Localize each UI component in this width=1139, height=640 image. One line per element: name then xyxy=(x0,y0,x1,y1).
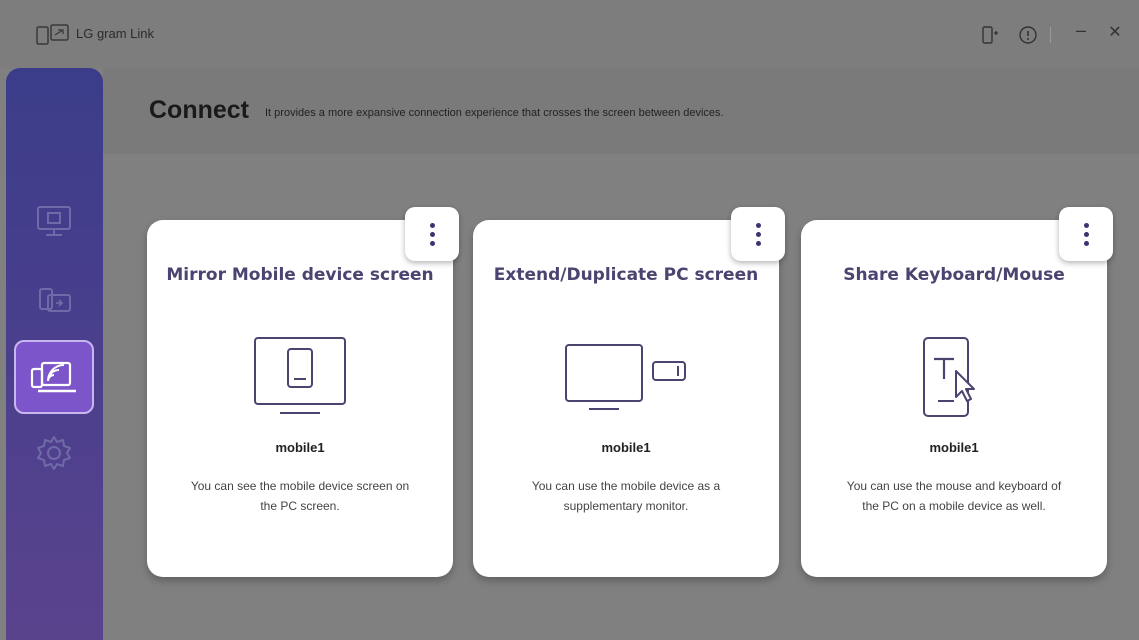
page-title: Connect xyxy=(149,96,249,124)
card-share-keyboard-mouse[interactable]: Share Keyboard/Mouse mobile1 You can use… xyxy=(801,207,1113,577)
card-mirror-mobile[interactable]: Mirror Mobile device screen mobile1 You … xyxy=(147,207,459,577)
settings-icon xyxy=(37,436,71,470)
card-title: Mirror Mobile device screen xyxy=(166,265,434,285)
page-subtitle: It provides a more expansive connection … xyxy=(265,107,724,119)
info-icon[interactable] xyxy=(1017,24,1039,46)
screen-share-icon xyxy=(37,206,71,236)
sidebar-item-connect[interactable] xyxy=(14,340,94,414)
more-options-button[interactable] xyxy=(405,207,459,261)
device-name: mobile1 xyxy=(275,440,325,455)
device-connect-icon[interactable] xyxy=(979,24,1001,46)
titlebar-divider xyxy=(1050,27,1051,43)
minimize-button[interactable]: – xyxy=(1070,20,1092,42)
card-description: You can use the mouse and keyboard of th… xyxy=(846,479,1062,513)
more-options-button[interactable] xyxy=(1059,207,1113,261)
card-description: You can use the mobile device as a suppl… xyxy=(531,479,721,513)
app-title: LG gram Link xyxy=(76,26,155,41)
mirror-screen-icon xyxy=(254,337,346,414)
card-description: You can see the mobile device screen on … xyxy=(190,479,410,513)
keyboard-mouse-icon xyxy=(923,337,975,417)
card-title: Extend/Duplicate PC screen xyxy=(493,265,759,285)
sidebar xyxy=(6,68,103,640)
more-vertical-icon xyxy=(755,222,761,228)
extend-duplicate-icon xyxy=(565,344,686,410)
sidebar-item-settings[interactable] xyxy=(14,416,94,490)
more-options-button[interactable] xyxy=(731,207,785,261)
sidebar-item-extend-screen[interactable] xyxy=(14,264,94,338)
extend-screen-icon xyxy=(39,288,71,312)
title-bar: LG gram Link – ✕ xyxy=(0,0,1139,68)
page-header: Connect It provides a more expansive con… xyxy=(103,68,1139,154)
device-name: mobile1 xyxy=(601,440,651,455)
card-title: Share Keyboard/Mouse xyxy=(843,265,1065,285)
device-name: mobile1 xyxy=(929,440,979,455)
app-window: LG gram Link – ✕ Connect It provides a m… xyxy=(0,0,1139,640)
more-vertical-icon xyxy=(429,222,435,228)
close-button[interactable]: ✕ xyxy=(1104,22,1126,44)
connect-icon xyxy=(30,361,76,393)
lg-gram-link-logo-icon xyxy=(36,24,69,45)
sidebar-item-screen-share[interactable] xyxy=(14,184,94,258)
more-vertical-icon xyxy=(1083,222,1089,228)
card-extend-duplicate[interactable]: Extend/Duplicate PC screen mobile1 You c… xyxy=(473,207,785,577)
